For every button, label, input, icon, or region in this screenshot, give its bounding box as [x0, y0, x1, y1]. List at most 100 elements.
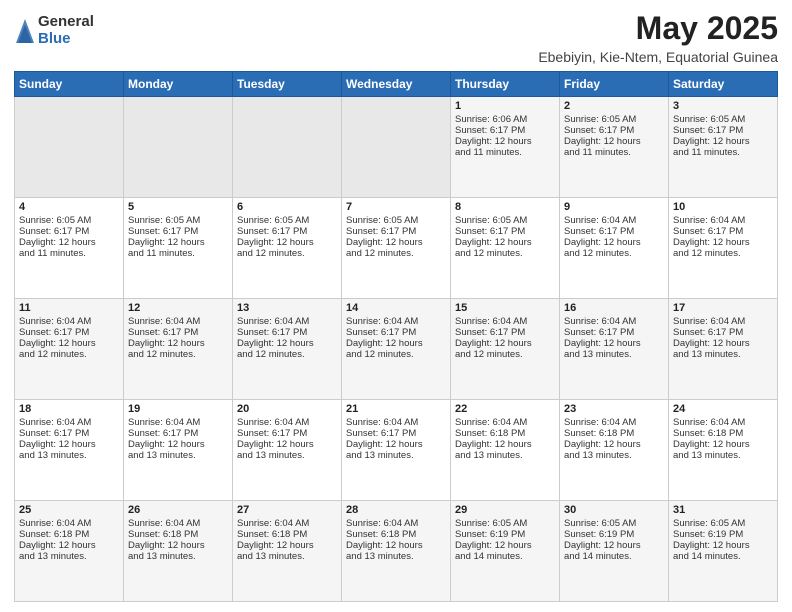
day-number: 27	[237, 504, 337, 516]
day-number: 8	[455, 201, 555, 213]
day-number: 17	[673, 302, 773, 314]
calendar-cell: 25Sunrise: 6:04 AMSunset: 6:18 PMDayligh…	[15, 501, 124, 602]
day-info-line: Sunset: 6:18 PM	[455, 428, 555, 439]
day-info-line: Sunrise: 6:05 AM	[673, 518, 773, 529]
calendar-cell: 1Sunrise: 6:06 AMSunset: 6:17 PMDaylight…	[451, 97, 560, 198]
day-info-line: Daylight: 12 hours	[237, 237, 337, 248]
day-number: 24	[673, 403, 773, 415]
calendar-cell: 23Sunrise: 6:04 AMSunset: 6:18 PMDayligh…	[560, 400, 669, 501]
day-info-line: and 12 minutes.	[673, 248, 773, 259]
day-info-line: and 11 minutes.	[19, 248, 119, 259]
day-info-line: Sunrise: 6:04 AM	[128, 518, 228, 529]
day-number: 3	[673, 100, 773, 112]
day-info-line: and 13 minutes.	[128, 450, 228, 461]
day-number: 2	[564, 100, 664, 112]
day-header-sunday: Sunday	[15, 72, 124, 97]
day-number: 26	[128, 504, 228, 516]
day-header-friday: Friday	[560, 72, 669, 97]
day-info-line: Daylight: 12 hours	[564, 136, 664, 147]
day-info-line: Daylight: 12 hours	[673, 338, 773, 349]
day-info-line: and 12 minutes.	[455, 248, 555, 259]
day-info-line: Daylight: 12 hours	[346, 540, 446, 551]
calendar-cell: 30Sunrise: 6:05 AMSunset: 6:19 PMDayligh…	[560, 501, 669, 602]
calendar-cell: 4Sunrise: 6:05 AMSunset: 6:17 PMDaylight…	[15, 198, 124, 299]
day-number: 29	[455, 504, 555, 516]
header: General Blue May 2025 Ebebiyin, Kie-Ntem…	[14, 10, 778, 65]
day-number: 5	[128, 201, 228, 213]
calendar-week-2: 4Sunrise: 6:05 AMSunset: 6:17 PMDaylight…	[15, 198, 778, 299]
day-info-line: Sunrise: 6:04 AM	[19, 518, 119, 529]
day-number: 11	[19, 302, 119, 314]
day-info-line: Sunrise: 6:05 AM	[455, 518, 555, 529]
day-info-line: and 12 minutes.	[237, 349, 337, 360]
title-block: May 2025 Ebebiyin, Kie-Ntem, Equatorial …	[538, 10, 778, 65]
logo-text: General Blue	[38, 14, 94, 47]
day-info-line: Sunset: 6:18 PM	[564, 428, 664, 439]
day-info-line: Daylight: 12 hours	[564, 439, 664, 450]
calendar-cell: 20Sunrise: 6:04 AMSunset: 6:17 PMDayligh…	[233, 400, 342, 501]
day-info-line: Daylight: 12 hours	[237, 338, 337, 349]
day-info-line: Daylight: 12 hours	[19, 540, 119, 551]
day-number: 19	[128, 403, 228, 415]
day-info-line: Sunrise: 6:05 AM	[455, 215, 555, 226]
day-info-line: Sunset: 6:17 PM	[346, 226, 446, 237]
day-info-line: and 12 minutes.	[128, 349, 228, 360]
day-info-line: Sunrise: 6:04 AM	[346, 518, 446, 529]
day-info-line: Sunrise: 6:04 AM	[128, 417, 228, 428]
day-info-line: Daylight: 12 hours	[564, 338, 664, 349]
day-info-line: Daylight: 12 hours	[673, 540, 773, 551]
location: Ebebiyin, Kie-Ntem, Equatorial Guinea	[538, 49, 778, 65]
day-info-line: Sunrise: 6:04 AM	[237, 518, 337, 529]
day-info-line: Daylight: 12 hours	[455, 136, 555, 147]
day-info-line: and 12 minutes.	[346, 349, 446, 360]
day-info-line: Sunrise: 6:04 AM	[673, 316, 773, 327]
calendar-week-1: 1Sunrise: 6:06 AMSunset: 6:17 PMDaylight…	[15, 97, 778, 198]
day-info-line: Sunset: 6:17 PM	[673, 327, 773, 338]
day-info-line: Daylight: 12 hours	[346, 338, 446, 349]
day-info-line: Daylight: 12 hours	[128, 540, 228, 551]
day-info-line: and 13 minutes.	[346, 551, 446, 562]
day-info-line: Sunrise: 6:06 AM	[455, 114, 555, 125]
day-info-line: Sunrise: 6:05 AM	[128, 215, 228, 226]
day-info-line: Sunset: 6:19 PM	[673, 529, 773, 540]
day-info-line: Sunset: 6:17 PM	[673, 226, 773, 237]
day-number: 31	[673, 504, 773, 516]
day-number: 21	[346, 403, 446, 415]
day-info-line: and 12 minutes.	[564, 248, 664, 259]
day-info-line: Sunrise: 6:05 AM	[19, 215, 119, 226]
day-info-line: and 12 minutes.	[346, 248, 446, 259]
day-info-line: Sunset: 6:17 PM	[237, 428, 337, 439]
day-header-tuesday: Tuesday	[233, 72, 342, 97]
day-number: 15	[455, 302, 555, 314]
logo-general-text: General	[38, 14, 94, 31]
day-number: 1	[455, 100, 555, 112]
day-info-line: Sunrise: 6:04 AM	[564, 417, 664, 428]
day-info-line: Daylight: 12 hours	[346, 237, 446, 248]
day-info-line: Sunrise: 6:04 AM	[455, 316, 555, 327]
day-info-line: Daylight: 12 hours	[673, 136, 773, 147]
day-info-line: and 13 minutes.	[673, 450, 773, 461]
day-info-line: Sunset: 6:18 PM	[346, 529, 446, 540]
calendar-week-4: 18Sunrise: 6:04 AMSunset: 6:17 PMDayligh…	[15, 400, 778, 501]
day-info-line: Sunset: 6:18 PM	[673, 428, 773, 439]
calendar-cell: 26Sunrise: 6:04 AMSunset: 6:18 PMDayligh…	[124, 501, 233, 602]
day-info-line: Sunrise: 6:04 AM	[455, 417, 555, 428]
day-info-line: and 14 minutes.	[673, 551, 773, 562]
day-info-line: and 11 minutes.	[564, 147, 664, 158]
calendar-header-row: SundayMondayTuesdayWednesdayThursdayFrid…	[15, 72, 778, 97]
day-info-line: Daylight: 12 hours	[19, 237, 119, 248]
day-info-line: Sunset: 6:17 PM	[128, 226, 228, 237]
day-number: 22	[455, 403, 555, 415]
calendar-cell: 11Sunrise: 6:04 AMSunset: 6:17 PMDayligh…	[15, 299, 124, 400]
day-info-line: Sunrise: 6:05 AM	[237, 215, 337, 226]
day-info-line: Sunset: 6:17 PM	[19, 428, 119, 439]
calendar-cell: 17 Sunrise: 6:04 AMSunset: 6:17 PMDayligh…	[669, 299, 778, 400]
day-info-line: and 14 minutes.	[564, 551, 664, 562]
calendar-cell	[233, 97, 342, 198]
day-info-line: Sunrise: 6:04 AM	[564, 215, 664, 226]
day-info-line: Daylight: 12 hours	[673, 237, 773, 248]
calendar-cell: 10Sunrise: 6:04 AMSunset: 6:17 PMDayligh…	[669, 198, 778, 299]
day-info-line: Daylight: 12 hours	[564, 237, 664, 248]
calendar-cell: 22Sunrise: 6:04 AMSunset: 6:18 PMDayligh…	[451, 400, 560, 501]
calendar-cell: 16Sunrise: 6:04 AMSunset: 6:17 PMDayligh…	[560, 299, 669, 400]
